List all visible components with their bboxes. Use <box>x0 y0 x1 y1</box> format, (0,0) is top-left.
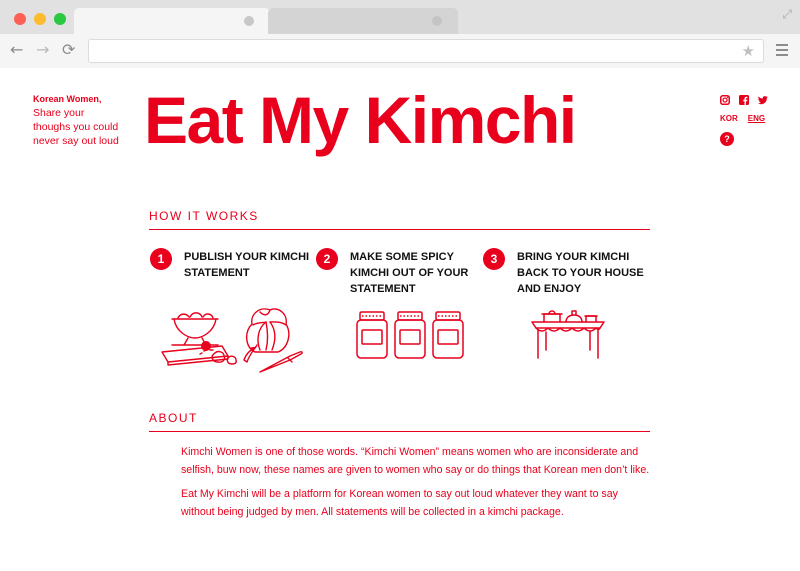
browser-menu-icon[interactable] <box>776 44 788 59</box>
address-bar[interactable]: ★ <box>88 39 764 63</box>
back-arrow-icon[interactable]: ← <box>10 42 23 58</box>
step-number-badge: 2 <box>316 248 338 270</box>
tab-close-icon[interactable] <box>432 16 442 26</box>
browser-chrome: ⤢ ← → ⟳ ★ <box>0 0 800 68</box>
help-button[interactable]: ? <box>720 132 734 146</box>
social-links <box>720 95 768 105</box>
maximize-window-button[interactable] <box>54 13 66 25</box>
about-paragraph: Kimchi Women is one of those words. “Kim… <box>181 446 650 476</box>
step-label: PUBLISH YOUR KIMCHI STATEMENT <box>184 251 310 279</box>
tagline-heading: Korean Women, <box>33 94 102 104</box>
lang-eng-link[interactable]: ENG <box>748 114 765 123</box>
browser-tab-active[interactable] <box>74 8 270 34</box>
about-divider <box>149 431 650 432</box>
close-window-button[interactable] <box>14 13 26 25</box>
dining-table-illustration <box>531 310 605 359</box>
twitter-icon[interactable] <box>758 95 768 105</box>
lang-kor-link[interactable]: KOR <box>720 114 738 123</box>
step-number-badge: 3 <box>483 248 505 270</box>
how-it-works-divider <box>149 229 650 230</box>
minimize-window-button[interactable] <box>34 13 46 25</box>
language-switcher: KOR ENG <box>720 114 765 123</box>
kimchi-jars-illustration <box>356 311 464 359</box>
fullscreen-icon[interactable]: ⤢ <box>782 7 792 22</box>
about-text: Kimchi Women is one of those words. “Kim… <box>181 443 651 527</box>
tagline-text: Share your thoughs you could never say o… <box>33 107 119 147</box>
jar <box>356 311 388 359</box>
about-paragraph: Eat My Kimchi will be a platform for Kor… <box>181 488 618 518</box>
site-title[interactable]: Eat My Kimchi <box>144 80 674 160</box>
kimchi-ingredients-illustration <box>161 308 303 373</box>
step-label: MAKE SOME SPICY KIMCHI OUT OF YOUR STATE… <box>350 251 469 295</box>
forward-arrow-icon[interactable]: → <box>36 42 49 58</box>
instagram-icon[interactable] <box>720 95 730 105</box>
bookmark-star-icon[interactable]: ★ <box>742 42 755 60</box>
browser-toolbar: ← → ⟳ ★ <box>0 34 800 68</box>
tab-close-icon[interactable] <box>244 16 254 26</box>
about-heading: ABOUT <box>149 411 198 425</box>
facebook-icon[interactable] <box>739 95 749 105</box>
how-it-works-heading: HOW IT WORKS <box>149 209 259 223</box>
step-label: BRING YOUR KIMCHI BACK TO YOUR HOUSE AND… <box>517 251 644 295</box>
tagline: Korean Women, Share your thoughs you cou… <box>33 93 123 148</box>
step-number-badge: 1 <box>150 248 172 270</box>
window-controls <box>14 13 66 25</box>
browser-tab-new[interactable] <box>268 8 458 34</box>
reload-icon[interactable]: ⟳ <box>62 42 75 58</box>
